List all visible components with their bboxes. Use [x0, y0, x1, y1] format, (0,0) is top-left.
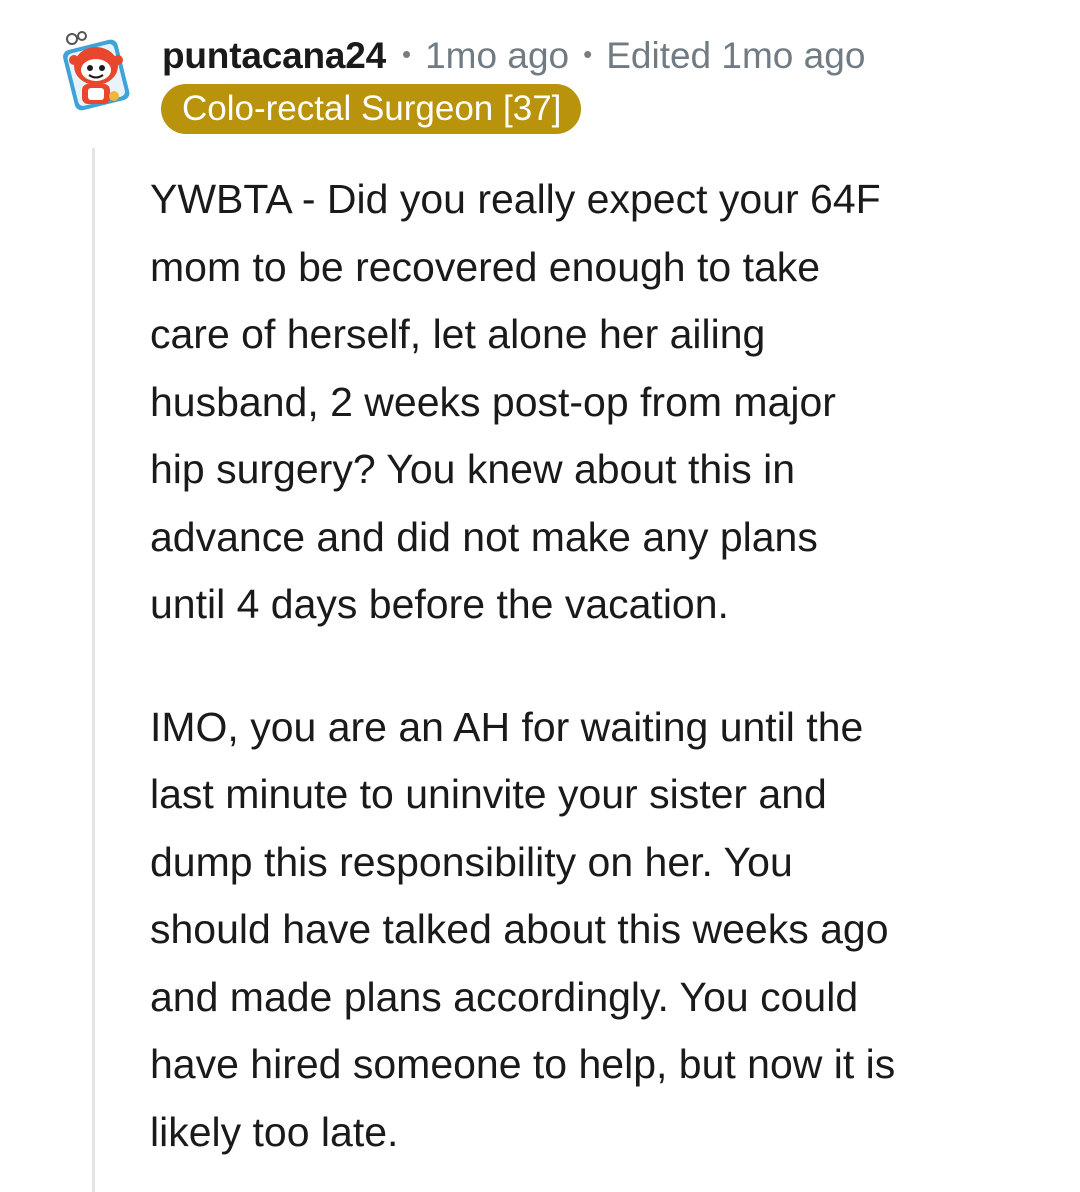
comment-line: have hired someone to help, but now it i… — [150, 1041, 896, 1087]
comment-line: husband, 2 weeks post-op from major — [150, 378, 836, 425]
comment-meta: puntacana24 • 1mo ago • Edited 1mo ago — [162, 30, 865, 82]
thread-collapse-line[interactable] — [92, 148, 95, 1192]
comment-line: should have talked about this weeks ago — [150, 906, 889, 952]
comment-line: care of herself, let alone her ailing — [150, 311, 766, 357]
meta-separator: • — [583, 38, 593, 69]
comment-line: advance and did not make any plans — [150, 513, 818, 560]
comment-line: IMO, you are an AH for waiting until the — [150, 703, 864, 750]
user-flair-badge: Colo-rectal Surgeon [37] — [161, 84, 582, 134]
comment: puntacana24 • 1mo ago • Edited 1mo ago C… — [0, 0, 1080, 1192]
comment-line: mom to be recovered enough to take — [150, 243, 821, 290]
comment-paragraph: YWBTA - Did you really expect your 64F m… — [150, 166, 1050, 639]
comment-paragraph: IMO, you are an AH for waiting until the… — [150, 694, 1050, 1167]
edited-timestamp: Edited 1mo ago — [606, 35, 866, 76]
meta-separator: • — [402, 38, 412, 69]
comment-line: last minute to uninvite your sister and — [150, 771, 827, 817]
comment-body: YWBTA - Did you really expect your 64F m… — [150, 166, 1050, 1166]
user-avatar[interactable] — [58, 30, 134, 112]
comment-timestamp: 1mo ago — [425, 35, 570, 76]
snoo-avatar-icon — [63, 31, 130, 111]
comment-line: likely too late. — [150, 1108, 399, 1155]
comment-line: until 4 days before the vacation. — [150, 581, 729, 627]
comment-line: and made plans accordingly. You could — [150, 973, 859, 1020]
comment-line: YWBTA - Did you really expect your 64F — [150, 176, 881, 222]
comment-line: hip surgery? You knew about this in — [150, 446, 796, 492]
username-link[interactable]: puntacana24 — [162, 35, 386, 77]
comment-line: dump this responsibility on her. You — [150, 838, 793, 885]
